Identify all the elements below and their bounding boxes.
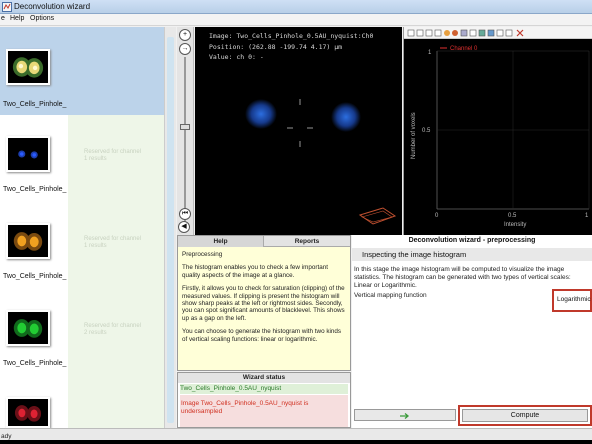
histogram-toolbar [404,27,592,39]
thumbnail-image [6,223,50,259]
help-tabs: Help Reports [178,236,350,247]
select-icon [434,29,442,37]
wizard-footer: Compute [352,405,592,428]
microscopy-image [245,99,397,225]
zoom-slider-track[interactable] [184,57,186,223]
compute-button-highlight: Compute [458,405,592,426]
thumbnail-image [6,136,50,172]
status-warning-message: Image Two_Cells_Pinhole_0.5AU_nyquist is… [180,395,348,427]
wizard-content: Deconvolution wizard - preprocessing Ins… [352,235,592,428]
x-tick-label: 0 [435,213,439,219]
export-icon [487,29,495,37]
compute-button[interactable]: Compute [462,409,588,422]
reserved-label: Reserved for channel 2 results [84,323,142,336]
menu-bar: e Help Options [0,14,592,26]
wizard-description: In this stage the image histogram will b… [354,266,571,289]
thumbnail-label: Two_Cells_Pinhole_ [3,101,67,108]
wizard-status-header: Wizard status [178,373,350,383]
prev-slice-button[interactable]: ◀ [178,221,190,233]
print-icon [469,29,477,37]
legend-label: Channel 0 [450,46,478,52]
x-tick-label: 1 [585,213,589,219]
app-icon [2,2,12,12]
menu-help[interactable]: Help [10,15,24,22]
color-icon [452,30,458,36]
thumbnail-list: Two_Cells_Pinhole_ Two_Cells_Pinhole_ Tw… [0,27,68,428]
thumbnail-item[interactable] [0,376,68,428]
help-panel: Help Reports Preprocessing The histogram… [177,235,351,371]
x-tick-label: 0.5 [508,213,517,219]
close-icon [516,29,524,37]
status-ok-message: Two_Cells_Pinhole_0.5AU_nyquist [180,384,348,394]
reserved-selected-row [68,27,164,115]
help-paragraph: The histogram enables you to check a few… [182,264,328,279]
zoom-out-icon [416,29,424,37]
pan-button[interactable]: → [179,43,191,55]
chart-icon [505,29,513,37]
viewer-toolstrip: + → ⏮ ◀ [177,27,194,235]
histogram-plot[interactable]: Channel 0 1 0.5 0 0.5 1 Intensity Number… [404,39,592,235]
thumbnail-label: Two_Cells_Pinhole_ [3,186,67,193]
save-icon [478,29,486,37]
title-bar: Deconvolution wizard [0,0,592,14]
thumbnail-item[interactable]: Two_Cells_Pinhole_ [0,115,68,202]
thumbnail-scrollbar[interactable] [164,27,176,428]
mapping-function-select[interactable]: Logarithmic [552,289,592,312]
menu-file[interactable]: e [1,15,5,22]
thumbnail-item[interactable]: Two_Cells_Pinhole_ [0,289,68,376]
tab-help[interactable]: Help [178,236,264,247]
help-text: Preprocessing The histogram enables you … [178,247,350,370]
zoom-icon [407,29,415,37]
reserved-label: Reserved for channel 1 results [84,236,142,249]
wizard-title: Deconvolution wizard - preprocessing [408,237,536,244]
settings-icon [496,29,504,37]
deconvolution-wizard-window: Deconvolution wizard e Help Options Two_… [0,0,592,444]
window-bottom-edge [0,440,592,444]
window-title: Deconvolution wizard [14,2,91,11]
help-paragraph: You can choose to generate the histogram… [182,328,342,343]
tab-reports[interactable]: Reports [264,236,350,247]
wizard-subtitle: Inspecting the image histogram [352,248,592,261]
thumbnail-image [6,397,50,428]
palette-icon [444,30,450,36]
menu-options[interactable]: Options [30,15,54,22]
arrow-icon [400,413,410,419]
help-paragraph: Firstly, it allows you to check for satu… [182,285,345,322]
wizard-status-panel: Wizard status Two_Cells_Pinhole_0.5AU_ny… [177,372,351,428]
thumbnail-label: Two_Cells_Pinhole_ [3,360,67,367]
help-title: Preprocessing [182,251,223,258]
reserved-results-list: Reserved for channel 1 results Reserved … [68,27,164,428]
x-axis-label: Intensity [504,222,526,228]
thumbnail-item[interactable]: Two_Cells_Pinhole_ [0,202,68,289]
mapping-function-label: Vertical mapping function [354,292,427,299]
y-tick-label: 0.5 [422,128,431,134]
y-axis-label: Number of voxels [411,112,417,159]
thumbnail-image [6,310,50,346]
y-tick-label: 1 [428,50,432,56]
zoom-slider-handle[interactable] [180,124,190,130]
histogram-panel: Channel 0 1 0.5 0 0.5 1 Intensity Number… [403,27,592,235]
image-viewer[interactable]: Image: Two_Cells_Pinhole_0.5AU_nyquist:C… [195,27,402,235]
first-slice-button[interactable]: ⏮ [179,208,191,220]
thumbnail-label: Two_Cells_Pinhole_ [3,273,67,280]
thumbnail-item[interactable]: Two_Cells_Pinhole_ [0,27,68,115]
scrollbar-thumb[interactable] [167,37,174,423]
next-button[interactable] [354,409,456,421]
fit-icon [425,29,433,37]
histogram-tool-icons [407,29,524,37]
status-text: ady [1,433,12,440]
reserved-label: Reserved for channel 1 results [84,149,142,162]
grid-icon [460,29,468,37]
zoom-in-button[interactable]: + [179,29,191,41]
thumbnail-image [6,49,50,85]
